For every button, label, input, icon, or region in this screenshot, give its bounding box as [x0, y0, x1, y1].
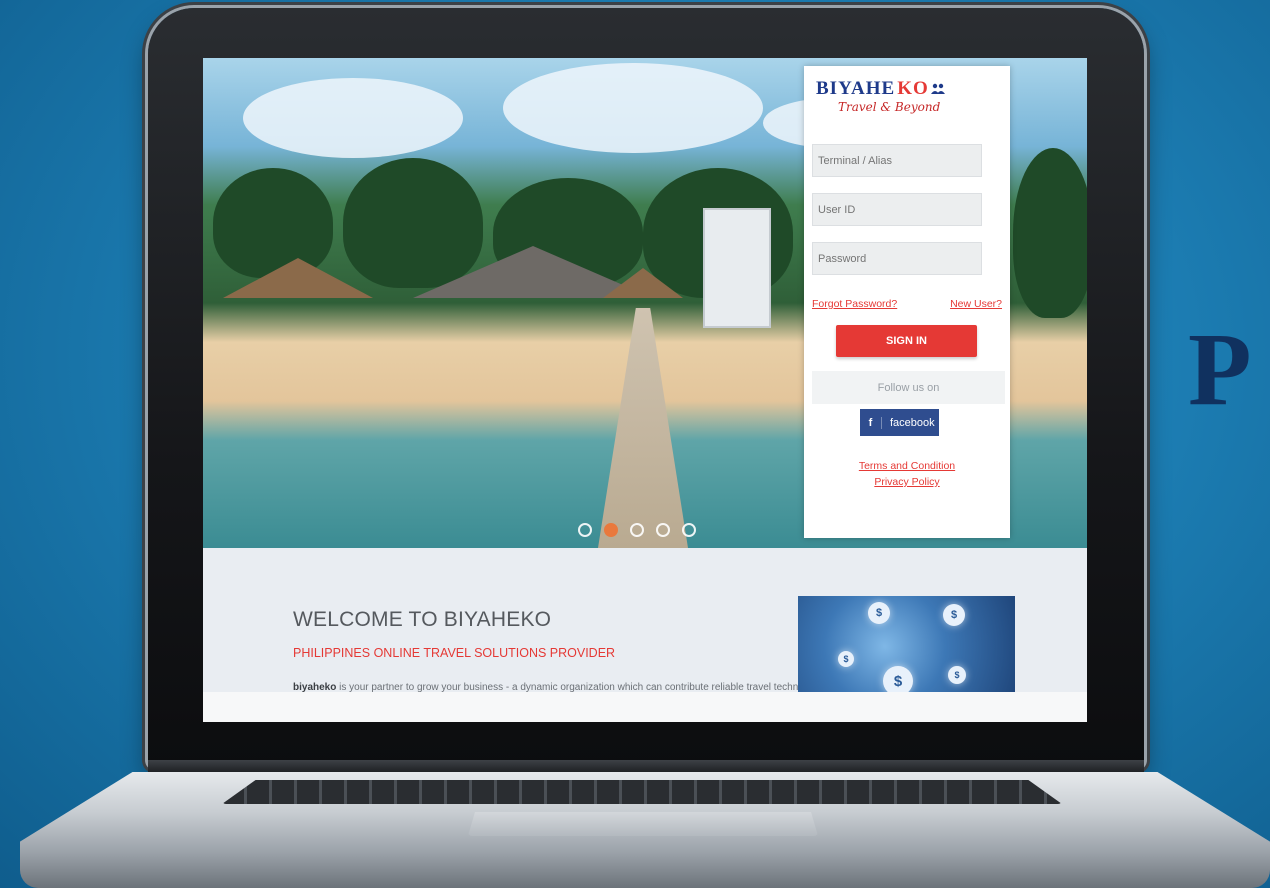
laptop-keyboard: [222, 780, 1062, 804]
side-letter: P: [1188, 312, 1252, 427]
terminal-alias-input[interactable]: [812, 144, 982, 177]
palm-tree: [343, 158, 483, 288]
carousel-dot-active[interactable]: [604, 523, 618, 537]
login-links: Forgot Password? New User?: [812, 298, 1002, 310]
password-input[interactable]: [812, 242, 982, 275]
cloud: [243, 78, 463, 158]
forgot-password-link[interactable]: Forgot Password?: [812, 298, 897, 310]
pier: [598, 308, 688, 548]
logo-tagline: Travel & Beyond: [838, 100, 941, 114]
logo-wordmark: BIYAHE KO: [816, 78, 996, 100]
login-panel: BIYAHEKO Travel & Beyond Forgot Password…: [804, 66, 1010, 538]
privacy-link[interactable]: Privacy Policy: [804, 474, 1010, 490]
facebook-icon: f: [860, 416, 882, 429]
brand-logo[interactable]: BIYAHE KO Travel & Beyond: [816, 78, 996, 134]
dollar-coin-icon: $: [943, 604, 965, 626]
screen-bottom-bar: [203, 692, 1087, 722]
palm-tree: [213, 168, 333, 278]
logo-part-b: KO: [897, 78, 929, 99]
facebook-label: facebook: [890, 416, 935, 429]
dollar-coin-icon: $: [868, 602, 890, 624]
logo-part-a: BIYAHE: [816, 78, 896, 99]
palm-tree: [1013, 148, 1087, 318]
welcome-title: WELCOME TO BIYAHEKO: [293, 608, 552, 631]
carousel-dots: [578, 520, 728, 540]
cloud: [503, 63, 763, 153]
terms-link[interactable]: Terms and Condition: [804, 458, 1010, 474]
policy-links: Terms and Condition Privacy Policy: [804, 458, 1010, 490]
dollar-coin-icon: $: [838, 651, 854, 667]
new-user-link[interactable]: New User?: [950, 298, 1002, 310]
lifeguard-tower: [703, 208, 771, 328]
user-id-input[interactable]: [812, 193, 982, 226]
laptop-screen: BIYAHEKO Travel & Beyond Forgot Password…: [203, 58, 1087, 722]
carousel-dot[interactable]: [630, 523, 644, 537]
laptop-trackpad: [468, 812, 818, 836]
welcome-subtitle: PHILIPPINES ONLINE TRAVEL SOLUTIONS PROV…: [293, 646, 616, 660]
facebook-button[interactable]: f facebook: [860, 409, 939, 436]
people-icon: [930, 83, 945, 94]
carousel-dot[interactable]: [682, 523, 696, 537]
carousel-dot[interactable]: [578, 523, 592, 537]
follow-us-label: Follow us on: [812, 371, 1005, 404]
carousel-dot[interactable]: [656, 523, 670, 537]
dollar-coin-icon: $: [948, 666, 966, 684]
sign-in-button[interactable]: SIGN IN: [836, 325, 977, 357]
laptop-hinge: [148, 760, 1144, 774]
